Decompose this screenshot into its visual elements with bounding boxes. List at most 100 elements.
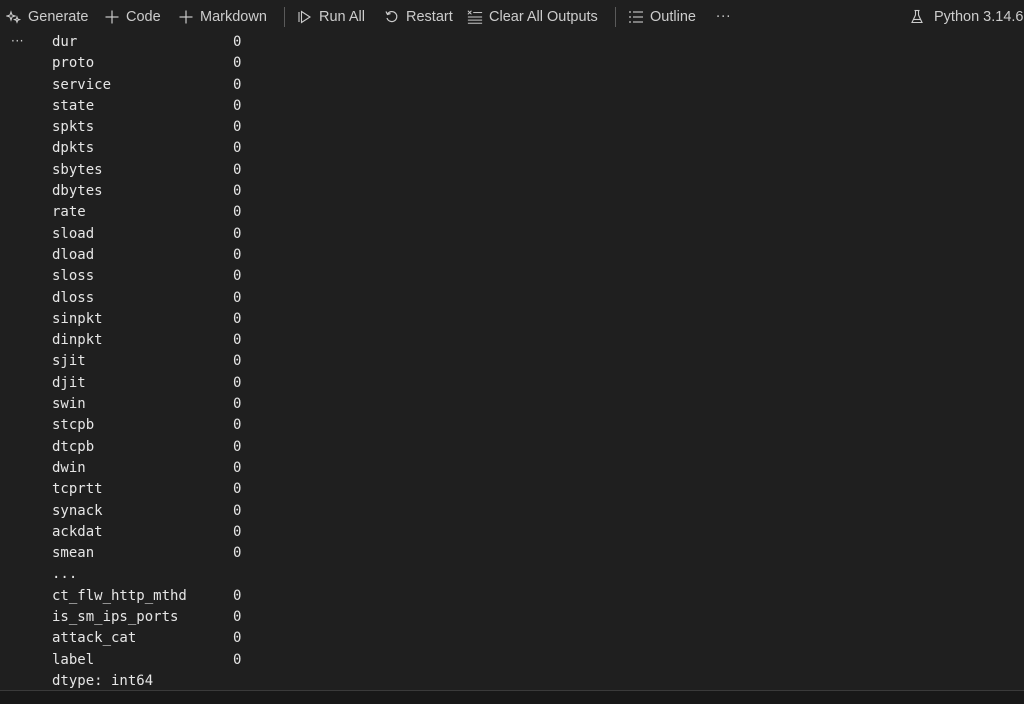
field-value: 0 <box>233 609 242 626</box>
field-name: is_sm_ips_ports <box>52 609 179 626</box>
field-name: ct_flw_http_mthd <box>52 587 187 604</box>
field-value: 0 <box>233 183 242 200</box>
output-row: ct_flw_http_mthd 0 <box>52 587 241 609</box>
field-value: 0 <box>233 523 242 540</box>
plus-icon <box>178 9 194 25</box>
output-row: synack 0 <box>52 502 241 524</box>
output-row: dur 0 <box>52 34 241 55</box>
run-all-icon <box>297 9 313 25</box>
markdown-label: Markdown <box>200 9 267 25</box>
sparkle-icon <box>6 9 22 25</box>
output-row: dload 0 <box>52 246 241 268</box>
field-name: dinpkt <box>52 332 103 349</box>
field-name: state <box>52 97 95 114</box>
field-name: ... <box>52 566 78 583</box>
output-row: dwin 0 <box>52 459 241 481</box>
field-name: spkts <box>52 119 95 136</box>
field-name: sload <box>52 225 95 242</box>
field-value: 0 <box>233 140 242 157</box>
output-row: is_sm_ips_ports 0 <box>52 609 241 630</box>
field-name: swin <box>52 396 86 413</box>
output-row: ... <box>52 566 232 587</box>
restart-label: Restart <box>406 9 453 25</box>
field-value: 0 <box>233 119 242 136</box>
field-value: 0 <box>233 225 242 242</box>
output-row: spkts 0 <box>52 119 241 140</box>
run-all-button[interactable]: Run All <box>297 0 365 34</box>
field-value: 0 <box>233 204 242 221</box>
field-value: 0 <box>233 417 242 434</box>
kernel-label: Python 3.14.6 <box>934 9 1024 25</box>
code-label: Code <box>126 9 161 25</box>
output-row: tcprtt 0 <box>52 481 241 502</box>
output-row: sloss 0 <box>52 268 241 289</box>
add-markdown-cell-button[interactable]: Markdown <box>178 0 267 34</box>
field-name: dtype: int64 <box>52 672 154 689</box>
output-row: dinpkt 0 <box>52 332 241 353</box>
list-icon <box>628 9 644 25</box>
field-value: 0 <box>233 289 242 306</box>
field-value: 0 <box>233 481 242 498</box>
output-row: djit 0 <box>52 374 241 396</box>
generate-button[interactable]: Generate <box>6 0 88 34</box>
output-row: rate 0 <box>52 204 241 225</box>
field-name: service <box>52 76 112 93</box>
outline-button[interactable]: Outline <box>628 0 696 34</box>
output-row: smean 0 <box>52 545 241 566</box>
output-row: sload 0 <box>52 225 241 247</box>
field-value: 0 <box>233 545 242 562</box>
cell-output: ··· dur 0 proto 0 service 0 state 0 spkts 0 dpkts 0… <box>0 34 1024 690</box>
output-row: state 0 <box>52 97 241 119</box>
field-name: sinpkt <box>52 310 103 327</box>
field-name: dtcpb <box>52 438 95 455</box>
field-name: sjit <box>52 353 86 370</box>
output-row: dtcpb 0 <box>52 438 241 460</box>
output-row: dloss 0 <box>52 289 241 311</box>
notebook-toolbar: Generate Code Markdown Run All Restart C… <box>0 0 1024 34</box>
field-name: synack <box>52 502 103 519</box>
output-row: ackdat 0 <box>52 524 241 545</box>
field-name: label <box>52 651 95 668</box>
field-value: 0 <box>233 396 242 413</box>
field-name: dwin <box>52 459 86 476</box>
more-actions-button[interactable]: ··· <box>716 0 731 34</box>
output-row: sinpkt 0 <box>52 310 241 332</box>
kernel-picker-button[interactable]: Python 3.14.6 <box>909 0 1024 34</box>
field-value: 0 <box>233 438 242 455</box>
add-code-cell-button[interactable]: Code <box>104 0 161 34</box>
field-value: 0 <box>233 76 242 93</box>
output-row: stcpb 0 <box>52 417 241 438</box>
field-value: 0 <box>233 502 242 519</box>
outline-label: Outline <box>650 9 696 25</box>
field-value: 0 <box>233 268 242 285</box>
field-name: stcpb <box>52 417 95 434</box>
clear-all-icon <box>467 9 483 25</box>
run-all-label: Run All <box>319 9 365 25</box>
field-value: 0 <box>233 161 242 178</box>
field-name: proto <box>52 55 95 72</box>
generate-label: Generate <box>28 9 89 25</box>
field-name: sloss <box>52 268 95 285</box>
clear-all-outputs-button[interactable]: Clear All Outputs <box>467 0 598 34</box>
output-row: dbytes 0 <box>52 183 241 204</box>
output-row: sjit 0 <box>52 353 241 374</box>
field-name: dload <box>52 246 95 263</box>
plus-icon <box>104 9 120 25</box>
field-name: djit <box>52 374 86 391</box>
field-value: 0 <box>233 353 242 370</box>
restart-button[interactable]: Restart <box>384 0 453 34</box>
field-value: 0 <box>233 587 242 604</box>
field-name: dloss <box>52 289 95 306</box>
field-value: 0 <box>233 310 242 327</box>
field-value: 0 <box>233 34 242 50</box>
field-name: dpkts <box>52 140 95 157</box>
field-name: smean <box>52 545 95 562</box>
field-name: rate <box>52 204 86 221</box>
field-value: 0 <box>233 332 242 349</box>
output-row: sbytes 0 <box>52 162 241 183</box>
output-row: attack_cat 0 <box>52 630 241 651</box>
cell-output-menu-button[interactable]: ··· <box>11 34 24 48</box>
field-value: 0 <box>233 246 242 263</box>
field-value: 0 <box>233 55 242 72</box>
field-name: dbytes <box>52 183 103 200</box>
